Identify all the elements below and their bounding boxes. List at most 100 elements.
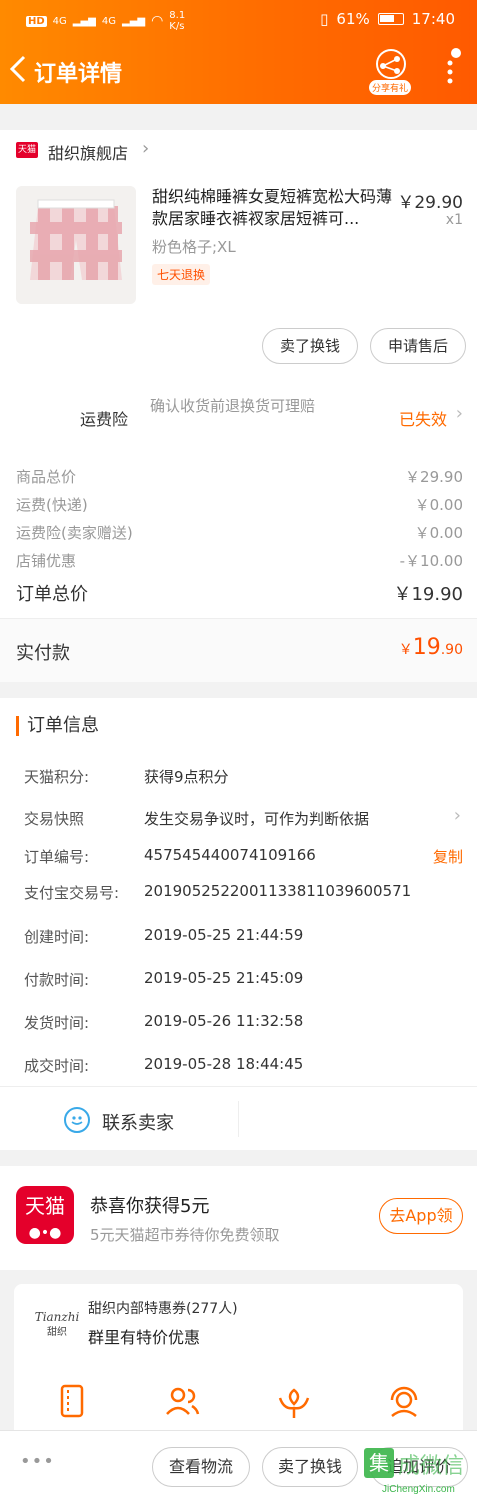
info-value: 发生交易争议时，可作为判断依据	[144, 810, 370, 828]
header: HD 4G ▂▄▆ 4G ▂▄▆ ◠ 8.1 K/s ▯ 61% 17:40 订…	[0, 0, 477, 104]
cost-value: ￥29.90	[405, 468, 463, 486]
order-total-label: 订单总价	[16, 584, 88, 605]
after-sale-button[interactable]: 申请售后	[370, 328, 466, 364]
chevron-right-icon: ›	[453, 805, 461, 826]
cost-row: 商品总价 ￥29.90	[16, 466, 463, 494]
cost-value: ￥0.00	[414, 524, 463, 542]
chevron-right-icon: ›	[142, 138, 150, 159]
cost-label: 运费险(卖家赠送)	[16, 524, 133, 542]
shop-name[interactable]: 甜织旗舰店	[48, 140, 128, 164]
info-key: 交易快照	[24, 810, 85, 828]
open-app-button[interactable]: 去App领	[379, 1198, 463, 1234]
order-number: 457545440074109166	[144, 846, 316, 864]
share-badge: 分享有礼	[369, 80, 412, 95]
signal-label-1: 4G	[52, 15, 67, 27]
battery-icon	[377, 13, 404, 25]
tmall-face-icon: ●•●	[28, 1225, 62, 1241]
signal-icon: ▂▄▆	[72, 15, 96, 27]
contact-seller-button[interactable]: 联系卖家	[0, 1086, 477, 1150]
info-value: 2019-05-25 21:45:09	[144, 969, 304, 987]
chat-bot-icon	[64, 1107, 90, 1133]
paid-amount: ￥19.90	[399, 635, 463, 660]
info-row: 天猫积分: 获得9点积分	[24, 766, 463, 790]
info-value: 获得9点积分	[144, 768, 229, 786]
brand-logo-text: Tianzhi	[34, 1310, 80, 1324]
info-row: 成交时间: 2019-05-28 18:44:45	[24, 1055, 463, 1079]
share-button[interactable]: 分享有礼	[367, 48, 415, 96]
signal-label-2: 4G	[101, 15, 116, 27]
copy-button[interactable]: 复制	[433, 846, 463, 867]
cost-label: 店铺优惠	[16, 552, 77, 570]
tmall-logo: 天猫 ●•●	[16, 1186, 74, 1244]
view-logistics-button[interactable]: 查看物流	[152, 1447, 250, 1487]
ticket-icon[interactable]	[52, 1382, 92, 1422]
users-icon[interactable]	[162, 1382, 202, 1422]
info-row: 创建时间: 2019-05-25 21:44:59	[24, 926, 463, 950]
notification-dot	[451, 48, 461, 58]
product-price: ￥29.90	[397, 193, 463, 213]
promo-title: 恭喜你获得5元	[90, 1196, 210, 1217]
info-key: 订单编号:	[24, 848, 90, 866]
cost-summary: 商品总价 ￥29.90 运费(快递) ￥0.00 运费险(卖家赠送) ￥0.00…	[0, 452, 477, 618]
cost-value: ￥0.00	[414, 496, 463, 514]
tmall-badge: 天猫	[16, 142, 38, 158]
section-title: 订单信息	[16, 716, 99, 736]
return-policy-badge: 七天退换	[152, 264, 211, 285]
info-value: 2019-05-25 21:44:59	[144, 926, 304, 944]
wifi-icon: ◠	[151, 13, 164, 29]
site-watermark: 集 成微信 JiChengXin.com	[358, 1446, 477, 1500]
snapshot-row[interactable]: 交易快照 发生交易争议时，可作为判断依据 ›	[24, 805, 463, 832]
cost-label: 商品总价	[16, 468, 77, 486]
cost-label: 运费(快递)	[16, 496, 88, 514]
cost-row: 店铺优惠 -￥10.00	[16, 550, 463, 578]
product-quantity: x1	[445, 212, 463, 228]
cost-value: -￥10.00	[399, 552, 463, 570]
divider	[238, 1101, 239, 1137]
page-title: 订单详情	[34, 62, 123, 87]
customer-service-icon[interactable]	[384, 1382, 424, 1422]
cost-row: 运费险(卖家赠送) ￥0.00	[16, 522, 463, 550]
shipping-insurance-row[interactable]: 运费险 确认收货前退换货可理赔 已失效 ›	[0, 382, 477, 452]
watermark-logo: 集	[364, 1448, 394, 1478]
info-key: 支付宝交易号:	[24, 884, 120, 902]
chevron-right-icon: ›	[455, 403, 463, 424]
product-thumbnail[interactable]	[16, 186, 136, 304]
watermark-text: 成微信	[398, 1454, 465, 1479]
flower-icon[interactable]	[274, 1382, 314, 1422]
network-badge: HD	[26, 15, 47, 27]
info-row: 订单编号: 457545440074109166 复制	[24, 846, 463, 870]
vibrate-icon: ▯	[320, 10, 329, 28]
coupon-section: Tianzhi 甜织 甜织内部特惠券(277人) 群里有特价优惠	[0, 1270, 477, 1484]
product-title[interactable]: 甜织纯棉睡裤女夏短裤宽松大码薄款居家睡衣裤衩家居短裤可...	[152, 186, 397, 230]
brand-logo-cn: 甜织	[47, 1327, 67, 1338]
status-bar: HD 4G ▂▄▆ 4G ▂▄▆ ◠ 8.1 K/s ▯ 61% 17:40	[0, 0, 477, 40]
info-key: 发货时间:	[24, 1014, 90, 1032]
watermark-url: JiChengXin.com	[382, 1484, 455, 1495]
back-icon[interactable]	[8, 54, 28, 92]
insurance-label: 运费险	[80, 410, 129, 429]
promo-banner: 天猫 ●•● 恭喜你获得5元 5元天猫超市券待你免费领取 去App领	[0, 1166, 477, 1270]
info-key: 创建时间:	[24, 928, 90, 946]
share-icon	[376, 49, 406, 79]
more-menu-icon[interactable]	[445, 56, 455, 86]
shop-row[interactable]: 天猫 甜织旗舰店 ›	[0, 130, 477, 170]
cost-row: 运费(快递) ￥0.00	[16, 494, 463, 522]
order-total-row: 订单总价 ￥19.90	[16, 580, 463, 608]
paid-integer: 19	[412, 635, 441, 660]
info-value: 2019052522001133811039600571	[144, 882, 412, 900]
sell-button[interactable]: 卖了换钱	[262, 328, 358, 364]
insurance-status: 已失效	[398, 410, 447, 429]
info-row: 支付宝交易号: 2019052522001133811039600571	[24, 882, 463, 906]
tmall-logo-text: 天猫	[25, 1194, 65, 1218]
more-actions-icon[interactable]: •••	[20, 1451, 55, 1472]
signal-icon: ▂▄▆	[122, 15, 146, 27]
info-row: 发货时间: 2019-05-26 11:32:58	[24, 1012, 463, 1036]
sell-button[interactable]: 卖了换钱	[262, 1447, 358, 1487]
net-speed-unit: K/s	[169, 21, 185, 32]
paid-currency: ￥	[398, 642, 413, 658]
paid-decimal: .90	[440, 642, 463, 658]
info-row: 付款时间: 2019-05-25 21:45:09	[24, 969, 463, 993]
info-key: 成交时间:	[24, 1057, 90, 1075]
paid-label: 实付款	[16, 643, 70, 664]
clock: 17:40	[411, 10, 455, 28]
